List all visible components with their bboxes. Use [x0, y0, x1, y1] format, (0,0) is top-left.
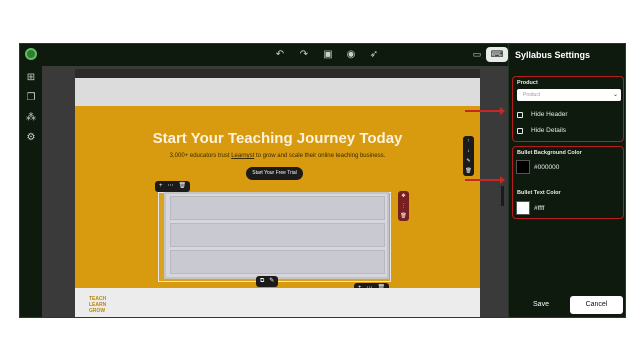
hide-details-checkbox[interactable]	[517, 127, 523, 134]
editor-window: ⊞ ❐ ⁂ ⚙ ↶ ↷ ▣ ◉ ➶ ▭ ⌨ Start Your Teachin…	[19, 43, 626, 318]
undo-icon[interactable]: ↶	[274, 49, 286, 61]
canvas-scrollbar[interactable]	[501, 186, 504, 206]
delete-icon[interactable]: 🗑	[179, 181, 187, 192]
delete-icon[interactable]: 🗑	[465, 168, 471, 174]
move-icon[interactable]: ✥	[401, 193, 405, 199]
footer-logo: TEACH LEARN GROW	[89, 296, 106, 314]
add-icon[interactable]: +	[159, 181, 163, 192]
hero-title: Start Your Teaching Journey Today	[152, 130, 403, 147]
top-toolbar: ↶ ↷ ▣ ◉ ➶ ▭ ⌨	[42, 44, 508, 66]
arrow-up-icon[interactable]: ↑	[467, 138, 470, 144]
syllabus-row[interactable]	[170, 250, 385, 274]
save-button[interactable]: Save	[515, 296, 567, 314]
hide-header-option[interactable]: Hide Header	[517, 111, 568, 118]
settings-icon[interactable]: ⚙	[25, 132, 37, 144]
hide-details-option[interactable]: Hide Details	[517, 127, 566, 134]
bullet-bg-value[interactable]: #000000	[534, 164, 559, 171]
section-side-toolbar: ↑ ↓ ✎ 🗑	[463, 136, 474, 176]
annotation-arrow	[465, 107, 505, 115]
bullet-color-group: Bullet Background Color #000000 Bullet T…	[512, 146, 624, 219]
hide-header-label: Hide Header	[531, 111, 568, 118]
page-footer: TEACH LEARN GROW	[75, 288, 480, 317]
chevron-down-icon: ⌄	[612, 92, 618, 98]
syllabus-list[interactable]	[164, 192, 389, 279]
syllabus-settings-panel: Syllabus Settings Product Product ⌄ Hide…	[508, 44, 625, 317]
page-header-bar	[75, 69, 480, 78]
desktop-icon[interactable]: ▭	[466, 47, 488, 62]
bullet-text-swatch[interactable]	[516, 201, 530, 215]
block-toolbar: + ⋯ 🗑	[155, 181, 191, 192]
editor-canvas: Start Your Teaching Journey Today 3,000+…	[42, 66, 508, 317]
product-label: Product	[517, 80, 538, 86]
redo-icon[interactable]: ↷	[298, 49, 310, 61]
hero-subtitle-text: 3,000+ educators trust	[169, 153, 232, 159]
product-placeholder: Product	[523, 92, 541, 98]
footer-logo-line: GROW	[89, 308, 106, 314]
product-settings-group: Product Product ⌄ Hide Header Hide Detai…	[512, 76, 624, 142]
bullet-text-value[interactable]: #ffff	[534, 205, 545, 212]
bullet-bg-swatch[interactable]	[516, 160, 530, 174]
app-logo-icon	[25, 48, 37, 60]
element-bottom-toolbar: ⧉ ✎	[256, 276, 279, 287]
hide-details-label: Hide Details	[531, 127, 567, 134]
panel-title: Syllabus Settings	[515, 50, 591, 60]
page-nav-strip	[75, 78, 480, 106]
hero-subtitle-text-end: to grow and scale their online teaching …	[254, 153, 386, 159]
hero-section[interactable]: Start Your Teaching Journey Today 3,000+…	[75, 106, 480, 288]
rocket-icon[interactable]: ➶	[368, 49, 380, 61]
arrow-down-icon[interactable]: ↓	[467, 148, 470, 154]
hero-subtitle: 3,000+ educators trust Learnyst to grow …	[75, 153, 480, 159]
cancel-button[interactable]: Cancel	[570, 296, 623, 314]
page-preview: Start Your Teaching Journey Today 3,000+…	[75, 69, 480, 317]
duplicate-icon[interactable]: ⋮	[401, 203, 406, 209]
eye-icon[interactable]: ◉	[345, 49, 357, 61]
wrench-icon[interactable]: ✎	[269, 276, 274, 287]
copy-icon[interactable]: ⧉	[260, 276, 264, 287]
product-select[interactable]: Product ⌄	[517, 89, 621, 101]
save-icon[interactable]: ▣	[322, 49, 334, 61]
blocks-icon[interactable]: ⁂	[25, 112, 37, 124]
pages-icon[interactable]: ❐	[25, 92, 37, 104]
laptop-icon[interactable]: ⌨	[486, 47, 508, 62]
more-icon[interactable]: ⋯	[168, 181, 174, 192]
hide-header-checkbox[interactable]	[517, 111, 523, 118]
edit-icon[interactable]: ✎	[466, 158, 470, 164]
left-rail: ⊞ ❐ ⁂ ⚙	[20, 44, 42, 317]
delete-icon[interactable]: 🗑	[400, 213, 406, 219]
syllabus-row[interactable]	[170, 196, 385, 220]
syllabus-row[interactable]	[170, 223, 385, 247]
start-free-trial-button[interactable]: Start Your Free Trial	[246, 167, 303, 180]
hero-subtitle-link[interactable]: Learnyst	[231, 153, 254, 159]
add-icon[interactable]: ⊞	[25, 72, 37, 84]
bullet-bg-label: Bullet Background Color	[517, 150, 582, 156]
annotation-arrow	[465, 176, 505, 184]
element-side-toolbar: ✥ ⋮ 🗑	[398, 191, 409, 221]
bullet-text-label: Bullet Text Color	[517, 190, 561, 196]
